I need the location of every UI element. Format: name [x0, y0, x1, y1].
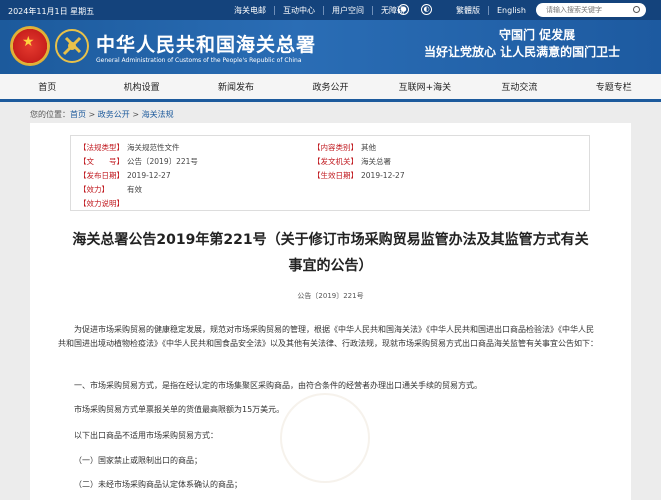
nav-organization[interactable]: 机构设置	[94, 74, 188, 99]
national-emblem-icon: ★	[10, 26, 50, 66]
breadcrumb-gov-affairs[interactable]: 政务公开	[98, 110, 130, 119]
document-title-line-1: 海关总署公告2019年第221号（关于修订市场采购贸易监管办法及其监管方式有关	[72, 232, 589, 248]
document-title: 海关总署公告2019年第221号（关于修订市场采购贸易监管办法及其监管方式有关 …	[30, 227, 631, 279]
meta-row-docno: 【文 号】 公告〔2019〕221号	[79, 156, 198, 168]
site-title: 中华人民共和国海关总署	[96, 34, 317, 56]
meta-row-content: 【内容类别】 其他	[313, 142, 376, 154]
meta-label: 【发布日期】	[79, 171, 124, 180]
main-nav: 首页 机构设置 新闻发布 政务公开 互联网+海关 互动交流 专题专栏	[0, 74, 661, 102]
slogan-line-1: 守国门 促发展	[499, 28, 576, 42]
paragraph-intro: 为促进市场采购贸易的健康稳定发展，规范对市场采购贸易的管理，根据《中华人民共和国…	[58, 325, 598, 348]
paragraph-4: （一）国家禁止或限制出口的商品；	[74, 456, 202, 465]
meta-row-pubdate: 【发布日期】 2019-12-27	[79, 170, 171, 182]
top-bar: 2024年11月1日 星期五 海关电邮 互动中心 用户空间 无障碍 ● ◐ 繁體…	[0, 0, 661, 20]
breadcrumb-sep: >	[129, 110, 142, 119]
lang-english[interactable]: English	[489, 6, 534, 15]
site-title-en: General Administration of Customs of the…	[96, 57, 302, 64]
meta-label: 【法规类型】	[79, 143, 124, 152]
nav-news[interactable]: 新闻发布	[189, 74, 283, 99]
site-header: ★ 中华人民共和国海关总署 General Administration of …	[0, 20, 661, 74]
meta-row-issuer: 【发文机关】 海关总署	[313, 156, 391, 168]
lang-traditional[interactable]: 繁體版	[448, 6, 489, 15]
top-link-interaction[interactable]: 互动中心	[275, 6, 324, 15]
meta-value: 海关规范性文件	[127, 143, 180, 152]
meta-label: 【生效日期】	[313, 171, 358, 180]
wechat-icon[interactable]: ◐	[421, 4, 432, 15]
slogan-line-2: 当好让党放心 让人民满意的国门卫士	[424, 45, 621, 59]
article-panel: 【法规类型】 海关规范性文件 【内容类别】 其他 【文 号】 公告〔2019〕221号…	[30, 123, 631, 500]
paragraph-5: （二）未经市场采购商品认定体系确认的商品；	[74, 480, 242, 489]
weibo-icon[interactable]: ●	[398, 4, 409, 15]
nav-government-affairs[interactable]: 政务公开	[283, 74, 377, 99]
paragraph-2: 市场采购贸易方式单票报关单的货值最高限额为15万美元。	[74, 405, 285, 414]
nav-home[interactable]: 首页	[0, 74, 94, 99]
meta-value: 海关总署	[361, 157, 391, 166]
search-placeholder: 请输入搜索关键字	[546, 6, 602, 14]
nav-special-topics[interactable]: 专题专栏	[567, 74, 661, 99]
document-number: 公告〔2019〕221号	[297, 292, 364, 300]
breadcrumb-regulations[interactable]: 海关法规	[142, 110, 174, 119]
breadcrumb: 您的位置：首页 > 政务公开 > 海关法规	[30, 109, 174, 120]
meta-row-category: 【法规类型】 海关规范性文件	[79, 142, 180, 154]
meta-value: 2019-12-27	[361, 171, 405, 180]
document-meta-table: 【法规类型】 海关规范性文件 【内容类别】 其他 【文 号】 公告〔2019〕221号…	[70, 135, 590, 211]
meta-label: 【文 号】	[79, 157, 124, 166]
nav-interaction[interactable]: 互动交流	[472, 74, 566, 99]
paragraph-3: 以下出口商品不适用市场采购贸易方式：	[74, 431, 218, 440]
meta-row-status: 【效力】 有效	[79, 184, 142, 196]
customs-logo-icon	[55, 29, 89, 63]
meta-label: 【发文机关】	[313, 157, 358, 166]
top-link-user-space[interactable]: 用户空间	[324, 6, 373, 15]
meta-value: 公告〔2019〕221号	[127, 157, 198, 166]
current-date: 2024年11月1日 星期五	[8, 7, 95, 16]
social-icons: ● ◐	[398, 4, 432, 15]
meta-row-effdate: 【生效日期】 2019-12-27	[313, 170, 405, 182]
search-icon[interactable]	[633, 6, 640, 13]
top-links: 海关电邮 互动中心 用户空间 无障碍	[226, 6, 413, 15]
paragraph-1: 一、市场采购贸易方式，是指在经认定的市场集聚区采购商品，由符合条件的经营者办理出…	[74, 381, 482, 390]
document-title-line-2: 事宜的公告）	[288, 258, 373, 274]
meta-label: 【效力】	[79, 185, 109, 194]
search-input[interactable]: 请输入搜索关键字	[536, 3, 646, 17]
breadcrumb-home[interactable]: 首页	[70, 110, 86, 119]
meta-row-note: 【效力说明】	[79, 198, 127, 210]
meta-label: 【效力说明】	[79, 199, 124, 208]
meta-value: 2019-12-27	[127, 171, 171, 180]
meta-value: 其他	[361, 143, 376, 152]
language-links: 繁體版 English	[448, 6, 534, 15]
top-link-email[interactable]: 海关电邮	[226, 6, 275, 15]
breadcrumb-prefix: 您的位置：	[30, 110, 70, 119]
breadcrumb-sep: >	[86, 110, 98, 119]
meta-value: 有效	[127, 185, 142, 194]
meta-label: 【内容类别】	[313, 143, 358, 152]
nav-internet-customs[interactable]: 互联网+海关	[378, 74, 472, 99]
